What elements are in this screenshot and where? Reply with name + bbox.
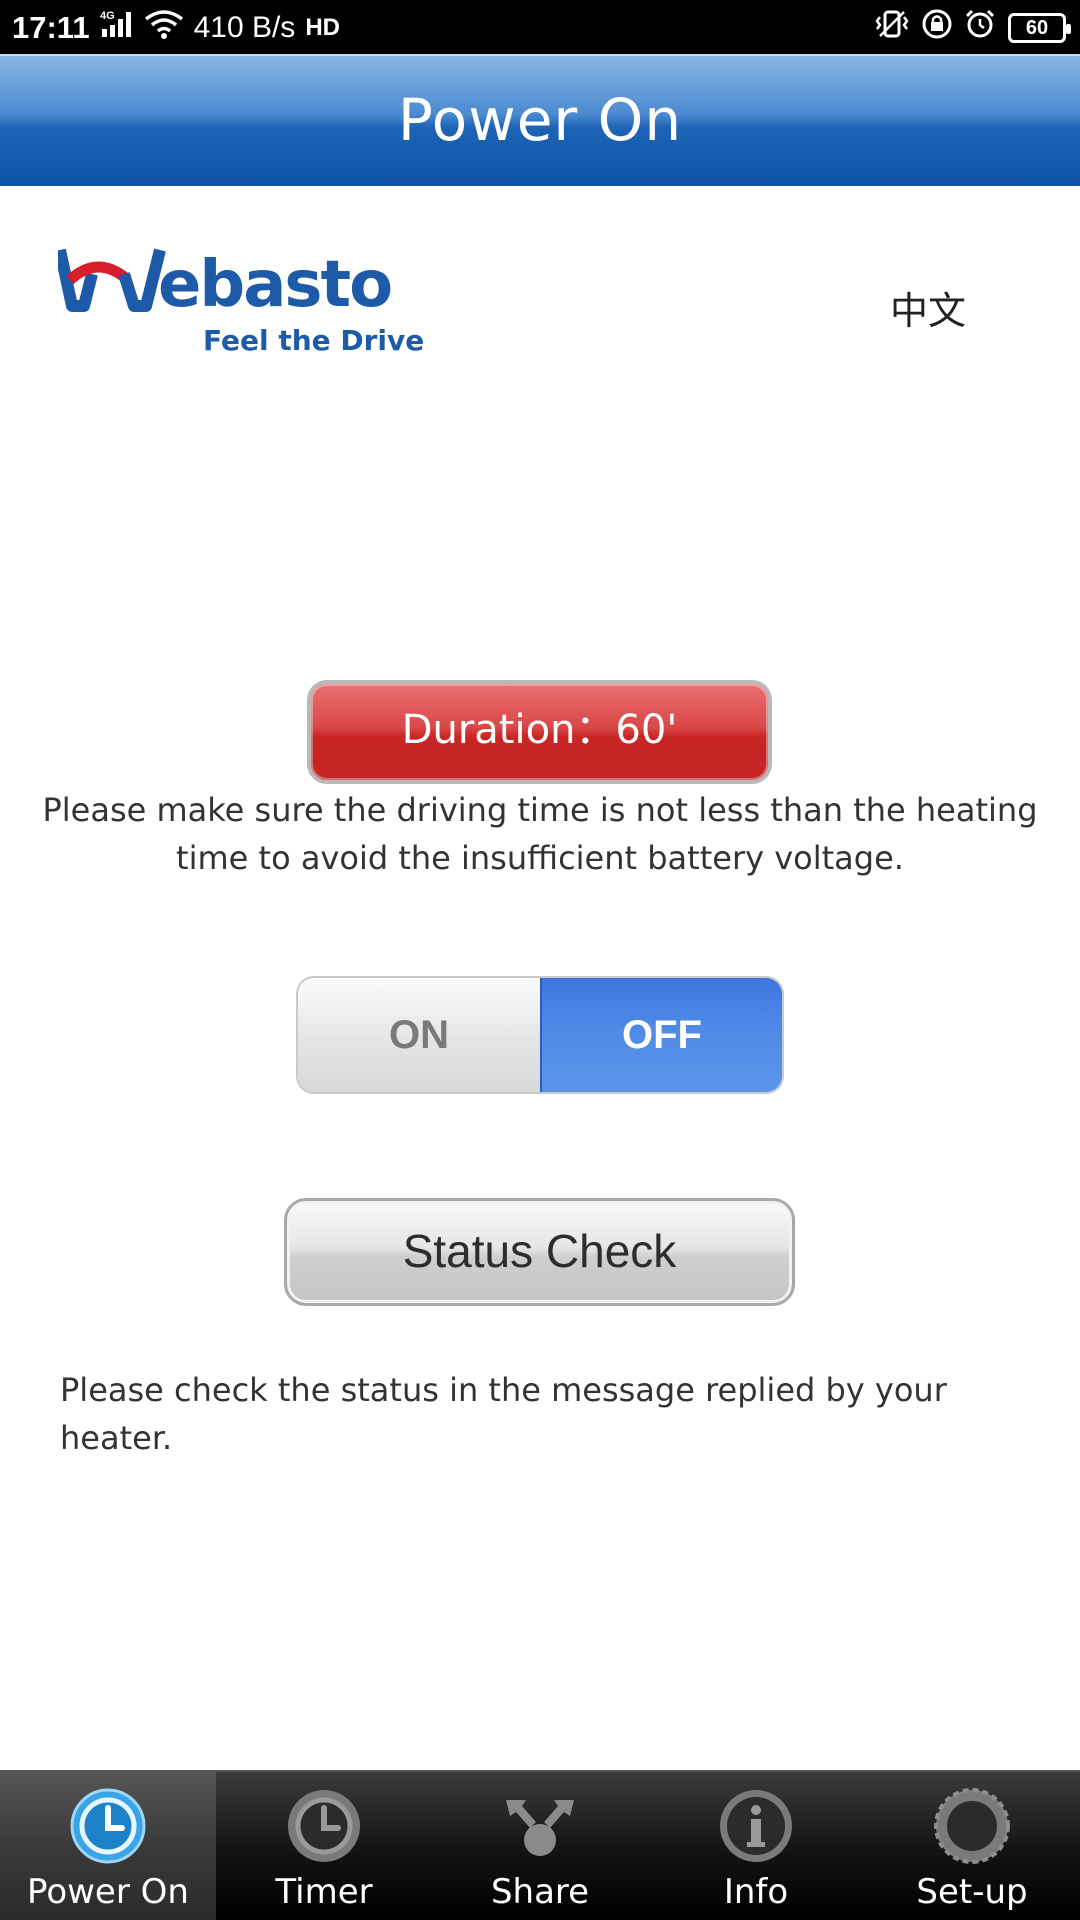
hd-badge: HD <box>305 14 340 41</box>
battery-warning-text: Please make sure the driving time is not… <box>42 791 1038 877</box>
tab-label: Timer <box>275 1872 373 1912</box>
tab-setup[interactable]: Set-up <box>864 1772 1080 1920</box>
alarm-icon <box>964 9 996 47</box>
vibrate-icon <box>874 9 910 47</box>
toggle-off-option[interactable]: OFF <box>539 978 782 1092</box>
power-on-clock-icon <box>70 1788 146 1864</box>
status-time: 17:11 <box>12 10 90 45</box>
tab-info[interactable]: Info <box>648 1772 864 1920</box>
toggle-on-option[interactable]: ON <box>298 978 540 1092</box>
status-check-button[interactable]: Status Check <box>284 1198 795 1306</box>
tab-label: Set-up <box>916 1872 1028 1912</box>
tab-power-on[interactable]: Power On <box>0 1772 216 1920</box>
tab-label: Share <box>490 1872 590 1912</box>
share-icon <box>506 1800 574 1856</box>
logo-tagline: Feel the Drive <box>203 324 425 357</box>
status-hint-text: Please check the status in the message r… <box>60 1371 947 1457</box>
lock-icon <box>922 9 952 47</box>
page-title: Power On <box>397 86 683 154</box>
wifi-icon <box>144 9 184 47</box>
network-type: 4G <box>100 10 115 22</box>
signal-icon: 4G <box>100 9 134 47</box>
network-speed: 410 B/s <box>193 11 296 44</box>
bottom-tab-bar: Power On Timer Share Info Set-up <box>0 1770 1080 1920</box>
tab-label: Info <box>723 1872 789 1912</box>
power-toggle[interactable]: ON OFF <box>296 976 784 1094</box>
webasto-logo: ebasto Feel the Drive <box>58 244 424 364</box>
status-bar: 17:11 4G 410 B/s HD 60 <box>0 0 1080 54</box>
app-header: Power On <box>0 54 1080 186</box>
language-switch-link[interactable]: 中文 <box>890 280 966 335</box>
setup-gear-icon <box>934 1788 1010 1864</box>
battery-icon: 60 <box>1008 13 1071 43</box>
tab-timer[interactable]: Timer <box>216 1772 432 1920</box>
svg-text:ebasto: ebasto <box>158 248 391 322</box>
duration-button[interactable]: Duration：60' <box>307 680 772 784</box>
tab-share[interactable]: Share <box>432 1772 648 1920</box>
tab-label: Power On <box>27 1872 189 1912</box>
info-icon <box>720 1790 792 1862</box>
timer-clock-icon <box>288 1790 360 1862</box>
